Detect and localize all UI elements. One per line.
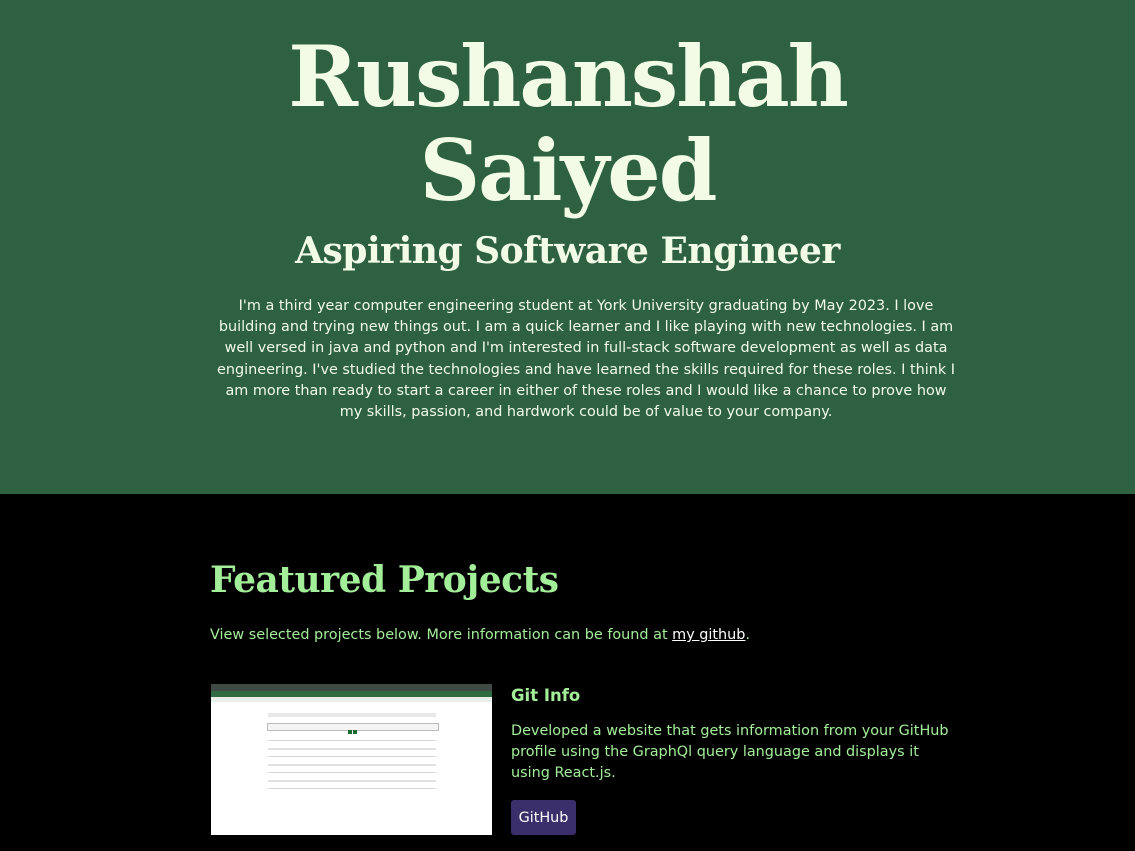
project-screenshot — [211, 684, 492, 835]
thumb-square — [353, 730, 357, 734]
project-description: Developed a website that gets informatio… — [511, 723, 949, 782]
thumb-line — [268, 756, 436, 757]
name-last: Saiyed — [419, 121, 718, 220]
name-first: Rushanshah — [288, 27, 849, 126]
github-button[interactable]: GitHub — [511, 800, 576, 835]
projects-section — [0, 494, 1135, 851]
thumb-line — [268, 772, 436, 773]
thumb-line — [268, 764, 436, 766]
thumb-bookmarks — [211, 697, 492, 702]
thumb-square — [348, 730, 352, 734]
projects-intro-end: . — [745, 627, 751, 643]
github-profile-link[interactable]: my github — [672, 627, 745, 643]
hero-section: Rushanshah Saiyed Aspiring Software Engin… — [0, 0, 1135, 494]
projects-heading: Featured Projects — [210, 559, 559, 601]
page-title: Rushanshah Saiyed — [0, 30, 1135, 218]
thumb-line — [268, 713, 436, 717]
thumb-titlebar — [211, 684, 492, 691]
project-title: Git Info — [511, 686, 581, 705]
thumb-line — [268, 740, 436, 741]
thumb-line — [268, 748, 436, 750]
bio-paragraph: I'm a third year computer engineering st… — [216, 298, 956, 421]
projects-intro: View selected projects below. More infor… — [210, 624, 750, 646]
thumb-line — [268, 788, 436, 789]
job-title: Aspiring Software Engineer — [295, 230, 840, 272]
projects-intro-text: View selected projects below. More infor… — [210, 627, 673, 643]
thumb-line — [268, 780, 436, 782]
